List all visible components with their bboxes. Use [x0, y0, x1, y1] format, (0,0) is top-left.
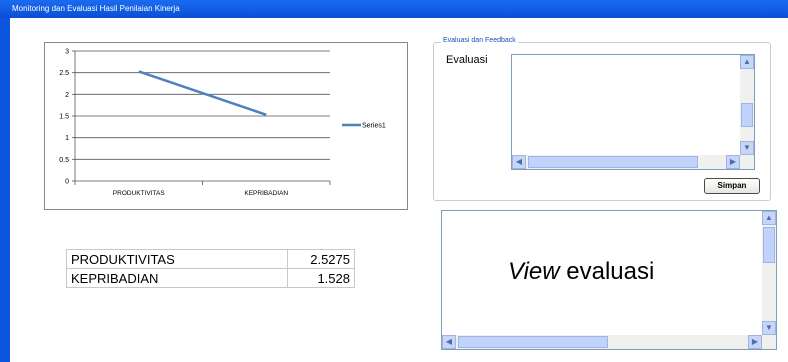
y-tick-label: 0.5	[59, 157, 69, 164]
window-left-border	[0, 18, 10, 362]
save-button[interactable]: Simpan	[704, 178, 760, 194]
x-tick-label: KEPRIBADIAN	[244, 190, 288, 197]
app-window: Monitoring dan Evaluasi Hasil Penilaian …	[0, 0, 788, 362]
chart-svg: 0 0.5 1 1.5 2 2.5 3 PRODUKTIVITAS KEPRIBADIAN Ser…	[59, 49, 386, 198]
scroll-thumb[interactable]	[741, 103, 753, 127]
table-row: KEPRIBADIAN 1.528	[66, 268, 355, 288]
scroll-thumb[interactable]	[528, 156, 698, 168]
view-italic-text: View	[508, 258, 560, 285]
y-tick-label: 1	[65, 135, 69, 142]
line-chart: 0 0.5 1 1.5 2 2.5 3 PRODUKTIVITAS KEPRIBADIAN Ser…	[44, 42, 408, 210]
scroll-thumb[interactable]	[763, 227, 775, 263]
score-table: PRODUKTIVITAS 2.5275 KEPRIBADIAN 1.528	[66, 249, 355, 288]
view-evaluation-text: View evaluasi	[508, 258, 654, 286]
scroll-left-icon[interactable]: ◀	[512, 155, 526, 169]
series-line	[138, 70, 267, 116]
table-row: PRODUKTIVITAS 2.5275	[66, 249, 355, 269]
row-value: 1.528	[287, 268, 355, 288]
x-tick-label: PRODUKTIVITAS	[113, 190, 166, 197]
y-tick-label: 2	[65, 92, 69, 99]
evaluation-textarea[interactable]: ▲ ▼ ◀ ▶	[511, 54, 755, 170]
y-tick-label: 3	[65, 49, 69, 56]
view-vertical-scrollbar[interactable]: ▲ ▼	[762, 211, 776, 335]
evaluation-horizontal-scrollbar[interactable]: ◀ ▶	[512, 155, 754, 169]
scroll-up-icon[interactable]: ▲	[740, 55, 754, 69]
legend-label: Series1	[362, 123, 386, 130]
scroll-up-icon[interactable]: ▲	[762, 211, 776, 225]
y-tick-label: 2.5	[59, 70, 69, 77]
row-label: PRODUKTIVITAS	[66, 249, 288, 269]
row-label: KEPRIBADIAN	[66, 268, 288, 288]
scroll-thumb[interactable]	[458, 336, 608, 348]
scroll-right-icon[interactable]: ▶	[748, 335, 762, 349]
scroll-right-icon[interactable]: ▶	[726, 155, 740, 169]
evaluation-vertical-scrollbar[interactable]: ▲ ▼	[740, 55, 754, 155]
scroll-down-icon[interactable]: ▼	[740, 141, 754, 155]
scroll-down-icon[interactable]: ▼	[762, 321, 776, 335]
row-value: 2.5275	[287, 249, 355, 269]
scroll-left-icon[interactable]: ◀	[442, 335, 456, 349]
view-rest-text: evaluasi	[559, 258, 655, 285]
evaluation-label: Evaluasi	[446, 54, 488, 66]
y-tick-label: 0	[65, 179, 69, 186]
view-horizontal-scrollbar[interactable]: ◀ ▶	[442, 335, 776, 349]
evaluation-group-title: Evaluasi dan Feedback	[441, 37, 518, 44]
y-tick-label: 1.5	[59, 114, 69, 121]
window-title: Monitoring dan Evaluasi Hasil Penilaian …	[0, 0, 788, 18]
